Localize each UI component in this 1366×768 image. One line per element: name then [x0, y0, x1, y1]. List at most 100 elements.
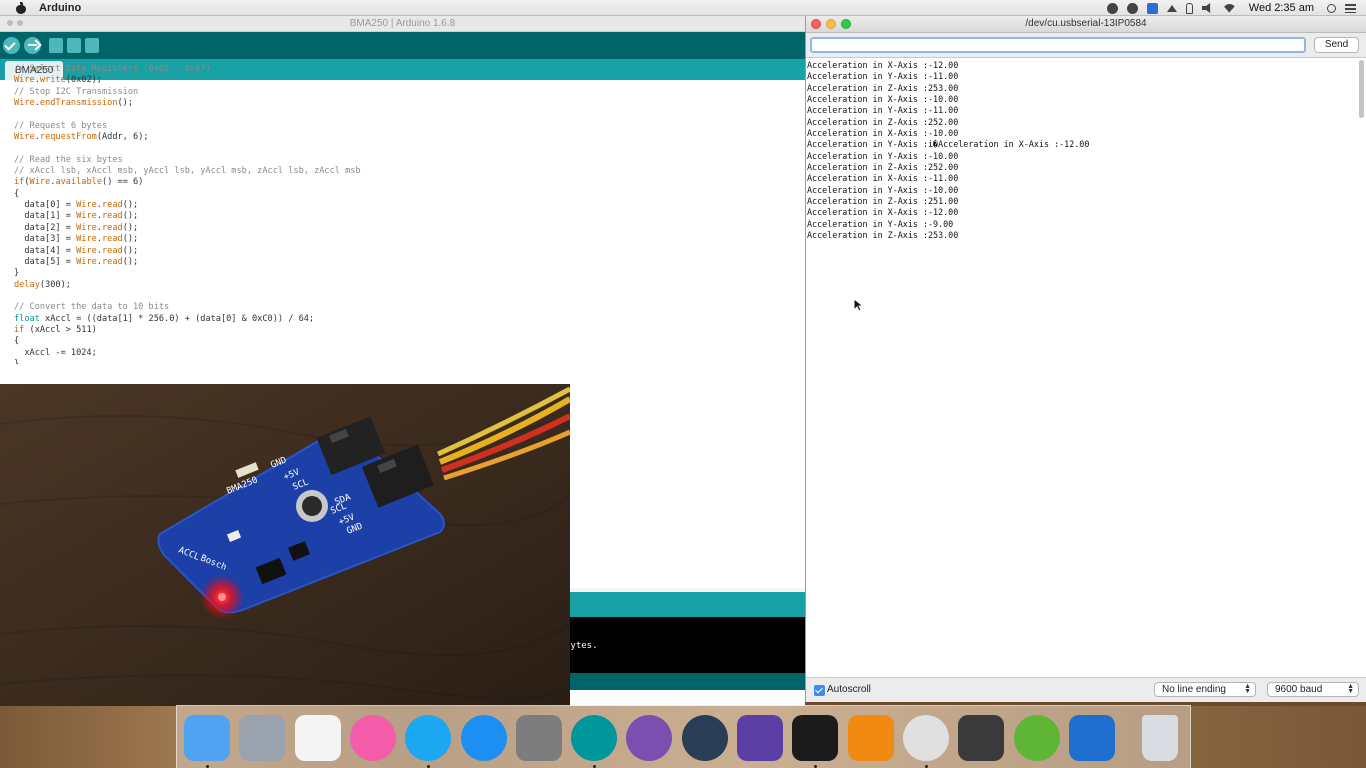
- record-icon[interactable]: [1106, 2, 1118, 14]
- quicktime-icon[interactable]: [681, 715, 728, 761]
- code-token: ();: [122, 222, 139, 233]
- code-line[interactable]: data[4] = Wire.read();: [14, 246, 805, 257]
- save-sketch-button[interactable]: [85, 38, 99, 53]
- minimize-window-icon[interactable]: [826, 19, 836, 29]
- vlc-icon[interactable]: [847, 715, 894, 761]
- serial-scrollbar[interactable]: [1359, 60, 1364, 118]
- volume-icon[interactable]: [1201, 3, 1211, 13]
- utorrent-icon[interactable]: [1013, 715, 1060, 761]
- serial-input[interactable]: [810, 37, 1306, 53]
- code-token: }: [14, 268, 20, 279]
- new-sketch-button[interactable]: [49, 38, 63, 53]
- code-line[interactable]: {: [14, 336, 805, 347]
- code-line[interactable]: // Read the six bytes: [14, 155, 805, 166]
- terminal-icon[interactable]: [792, 715, 839, 761]
- code-line[interactable]: Wire.write(0x02);: [14, 75, 805, 86]
- code-line[interactable]: }: [14, 359, 805, 364]
- code-line[interactable]: data[1] = Wire.read();: [14, 211, 805, 222]
- code-line[interactable]: [14, 291, 805, 302]
- finder-icon[interactable]: [184, 715, 230, 761]
- code-line[interactable]: data[0] = Wire.read();: [14, 200, 805, 211]
- autoscroll-checkbox[interactable]: [814, 685, 825, 696]
- board-photo-image: GND +5V SCL SCL +5V SDA GND ACCL BMA250 …: [0, 384, 570, 706]
- code-token: {: [14, 336, 20, 347]
- code-line[interactable]: // Select Data Registers (0x02 - 0x07): [14, 64, 805, 75]
- code-token: data[5] =: [14, 256, 77, 267]
- code-token: data[4] =: [14, 245, 77, 256]
- ide-minimize-dot-icon[interactable]: [17, 20, 23, 26]
- code-line[interactable]: [14, 109, 805, 120]
- arduino-icon[interactable]: [571, 715, 618, 761]
- code-line[interactable]: {: [14, 189, 805, 200]
- menubar-clock[interactable]: Wed 2:35 am: [1249, 2, 1314, 14]
- spotlight-search-icon[interactable]: [1327, 3, 1336, 13]
- code-line[interactable]: data[3] = Wire.read();: [14, 234, 805, 245]
- code-token: (Addr, 6);: [96, 132, 149, 143]
- chrome-icon[interactable]: [902, 715, 949, 761]
- upload-button[interactable]: [24, 37, 41, 54]
- imovie-icon[interactable]: [737, 715, 783, 761]
- code-line[interactable]: data[2] = Wire.read();: [14, 223, 805, 234]
- eject-icon[interactable]: [1166, 4, 1177, 12]
- code-editor[interactable]: // Select Data Registers (0x02 - 0x07) Wi…: [0, 64, 805, 364]
- teamviewer-icon[interactable]: [1068, 715, 1115, 761]
- serial-output-line: Acceleration in Y-Axis :-9.00: [807, 218, 954, 229]
- code-token: Wire: [14, 75, 35, 86]
- serial-output[interactable]: Acceleration in X-Axis :-12.00 Accelerati…: [806, 57, 1366, 677]
- autoscroll-label[interactable]: Autoscroll: [827, 684, 871, 695]
- app-store-icon[interactable]: [460, 715, 507, 761]
- line-ending-select[interactable]: No line ending ▲ ▼: [1154, 682, 1256, 697]
- close-window-icon[interactable]: [811, 19, 821, 29]
- code-line[interactable]: if(Wire.available() == 6): [14, 177, 805, 188]
- verify-button[interactable]: [3, 37, 20, 54]
- code-line[interactable]: // Convert the data to 10 bits: [14, 302, 805, 313]
- media-player-icon[interactable]: [958, 715, 1005, 761]
- code-token: write: [39, 75, 66, 86]
- textedit-icon[interactable]: [294, 715, 341, 761]
- launchpad-icon[interactable]: [239, 715, 286, 761]
- app-status-icon[interactable]: [1146, 2, 1158, 14]
- notification-center-icon[interactable]: [1345, 3, 1356, 13]
- code-token: (0x02);: [65, 75, 102, 86]
- serial-output-line: Acceleration in X-Axis :-11.00: [807, 173, 959, 184]
- bluetooth-icon[interactable]: [1185, 2, 1193, 14]
- system-preferences-icon[interactable]: [515, 715, 562, 761]
- serial-output-line: Acceleration in X-Axis :-10.00: [807, 94, 959, 105]
- zoom-window-icon[interactable]: [841, 19, 851, 29]
- menu-app-name[interactable]: Arduino: [39, 2, 81, 14]
- code-line[interactable]: Wire.endTransmission();: [14, 98, 805, 109]
- code-line[interactable]: // Request 6 bytes: [14, 121, 805, 132]
- code-line[interactable]: // xAccl lsb, xAccl msb, yAccl lsb, yAcc…: [14, 166, 805, 177]
- code-token: Wire: [14, 132, 35, 143]
- code-line[interactable]: // Stop I2C Transmission: [14, 87, 805, 98]
- trash-icon[interactable]: [1142, 715, 1178, 761]
- code-line[interactable]: data[5] = Wire.read();: [14, 257, 805, 268]
- code-line[interactable]: delay(300);: [14, 280, 805, 291]
- code-line[interactable]: Wire.requestFrom(Addr, 6);: [14, 132, 805, 143]
- code-line[interactable]: [14, 143, 805, 154]
- serial-title-bar: /dev/cu.usbserial-13IP0584: [806, 16, 1366, 33]
- code-token: xAccl -= 1024;: [14, 347, 97, 358]
- lock-status-icon[interactable]: [1126, 2, 1138, 14]
- code-line[interactable]: if (xAccl > 511): [14, 325, 805, 336]
- open-sketch-button[interactable]: [67, 38, 81, 53]
- wifi-icon[interactable]: [1222, 3, 1236, 13]
- code-line[interactable]: float xAccl = ((data[1] * 256.0) + (data…: [14, 314, 805, 325]
- code-token: (300);: [39, 279, 71, 290]
- skype-icon[interactable]: [405, 715, 452, 761]
- code-token: endTransmission: [39, 98, 118, 109]
- code-token: }: [14, 358, 20, 364]
- code-line[interactable]: xAccl -= 1024;: [14, 348, 805, 359]
- itunes-icon[interactable]: [349, 715, 396, 761]
- baud-rate-select[interactable]: 9600 baud ▲ ▼: [1267, 682, 1359, 697]
- ide-close-dot-icon[interactable]: [7, 20, 13, 26]
- code-token: // xAccl lsb, xAccl msb, yAccl lsb, yAcc…: [14, 166, 361, 177]
- send-button[interactable]: Send: [1314, 37, 1359, 53]
- code-token: Wire: [76, 222, 97, 233]
- code-token: available: [55, 177, 103, 188]
- code-line[interactable]: }: [14, 268, 805, 279]
- apple-menu-icon[interactable]: [14, 1, 28, 14]
- serial-output-line: Acceleration in Y-Axis :-11.00: [807, 105, 959, 116]
- github-icon[interactable]: [626, 715, 673, 761]
- code-token: if: [14, 177, 25, 188]
